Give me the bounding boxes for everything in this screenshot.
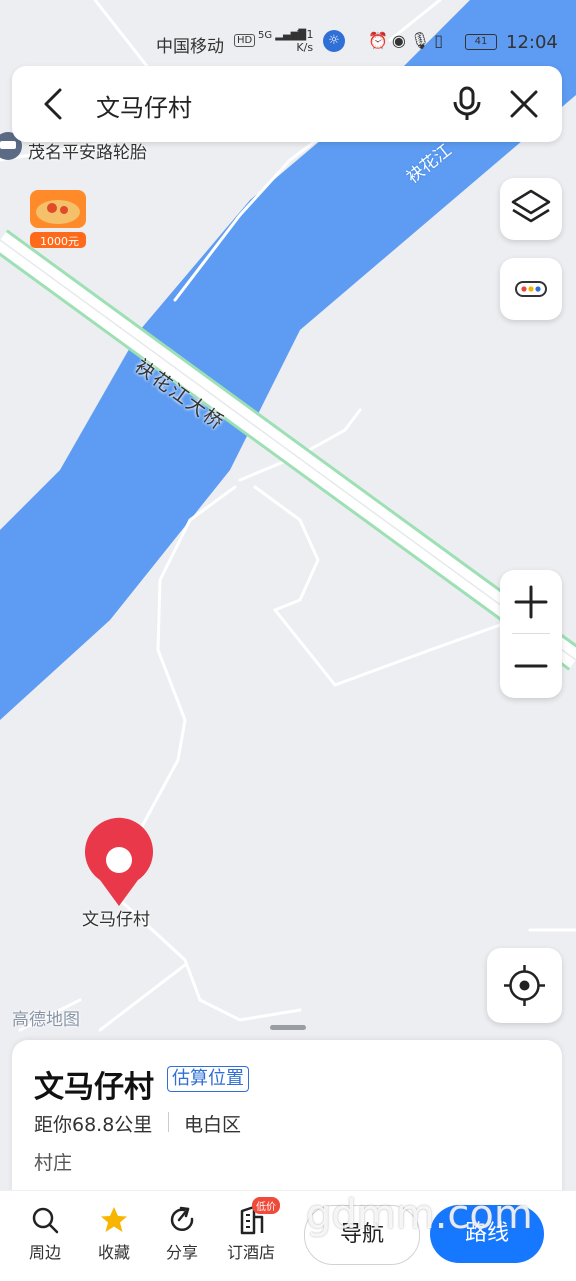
nearby-label: 周边 <box>28 1243 61 1262</box>
back-arrow-icon[interactable] <box>34 84 74 124</box>
network-type: 5G <box>258 30 273 41</box>
share-button[interactable]: 分享 <box>152 1205 212 1263</box>
distance-text: 距你68.8公里 <box>34 1114 153 1136</box>
favorite-button[interactable]: 收藏 <box>84 1205 144 1263</box>
route-button[interactable]: 路线 <box>430 1205 544 1263</box>
speed-unit: K/s <box>296 41 314 54</box>
locate-me-button[interactable] <box>487 948 562 1023</box>
zoom-out-icon[interactable] <box>500 634 562 698</box>
speed-value: 1.1 <box>296 28 314 41</box>
search-bar: 文马仔村 <box>12 66 562 142</box>
promo-label: 1000元 <box>40 235 79 248</box>
close-icon[interactable] <box>506 86 542 122</box>
estimated-location-badge: 估算位置 <box>167 1066 249 1092</box>
place-category: 村庄 <box>34 1152 73 1174</box>
search-input[interactable]: 文马仔村 <box>96 88 192 123</box>
network-speed: 1.1 K/s <box>296 28 314 54</box>
microphone-icon[interactable] <box>450 84 484 124</box>
share-label: 分享 <box>165 1243 198 1262</box>
more-tools-button[interactable] <box>500 258 562 320</box>
clock: 12:04 <box>506 32 558 53</box>
share-icon <box>170 1206 194 1232</box>
hotel-label: 订酒店 <box>226 1243 275 1262</box>
book-hotel-button[interactable]: 订酒店 低价 <box>218 1197 284 1263</box>
nearby-button[interactable]: 周边 <box>15 1205 75 1263</box>
battery-icon: 41 <box>465 34 497 50</box>
battery-level: 41 <box>474 36 488 47</box>
crosshair-icon <box>504 965 545 1006</box>
search-icon <box>32 1207 59 1234</box>
map-watermark: 高德地图 <box>12 1010 80 1030</box>
carrier-text: 中国移动 <box>156 37 224 57</box>
status-bar: 中国移动 HD 5G ▂▄▆█ 1.1 K/s ☼ ⏰◉🎙▯ 41 12:04 <box>0 28 576 60</box>
layers-icon <box>511 189 551 223</box>
star-icon <box>101 1207 127 1232</box>
system-icons: ⏰◉🎙▯ <box>368 31 447 50</box>
sheet-drag-handle[interactable] <box>270 1025 306 1030</box>
zoom-control <box>500 570 562 698</box>
favorite-label: 收藏 <box>97 1243 130 1262</box>
bulb-icon: ☼ <box>323 30 345 52</box>
place-name: 文马仔村 <box>34 1070 154 1105</box>
bottom-toolbar: 周边 收藏 分享 订酒店 低价 导航 路线 <box>0 1190 576 1281</box>
divider <box>168 1112 169 1132</box>
more-dots-icon <box>515 281 547 297</box>
layers-button[interactable] <box>500 178 562 240</box>
zoom-in-icon[interactable] <box>500 570 562 634</box>
district-text: 电白区 <box>184 1114 242 1136</box>
low-price-badge: 低价 <box>252 1197 280 1214</box>
hd-badge: HD <box>234 34 256 47</box>
navigate-button[interactable]: 导航 <box>304 1205 420 1265</box>
place-info-card[interactable]: 文马仔村 估算位置 距你68.8公里 电白区 村庄 <box>12 1040 562 1210</box>
marker-label: 文马仔村 <box>82 910 150 930</box>
